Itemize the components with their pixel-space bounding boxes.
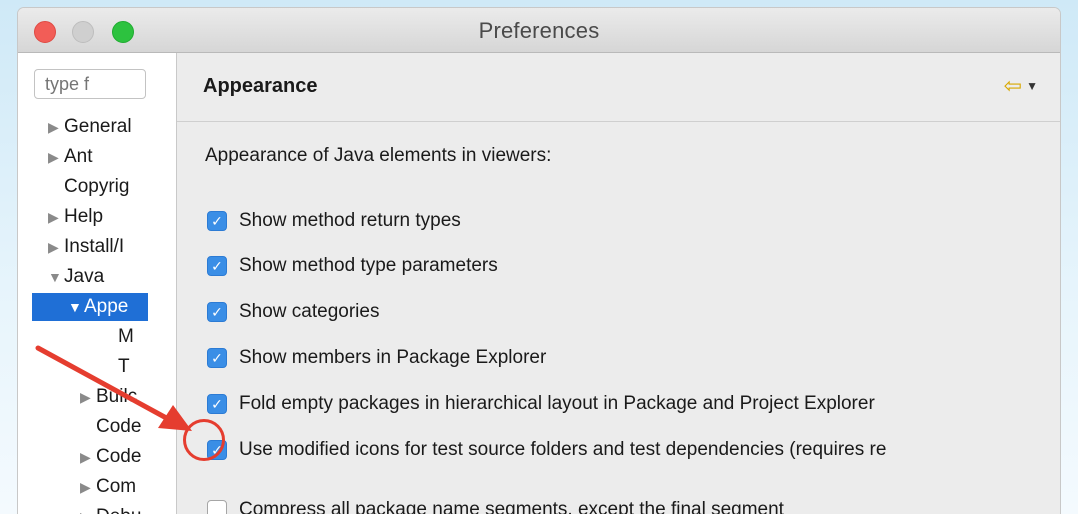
annotation-arrow-line xyxy=(35,345,173,423)
annotation-arrow xyxy=(35,345,192,431)
